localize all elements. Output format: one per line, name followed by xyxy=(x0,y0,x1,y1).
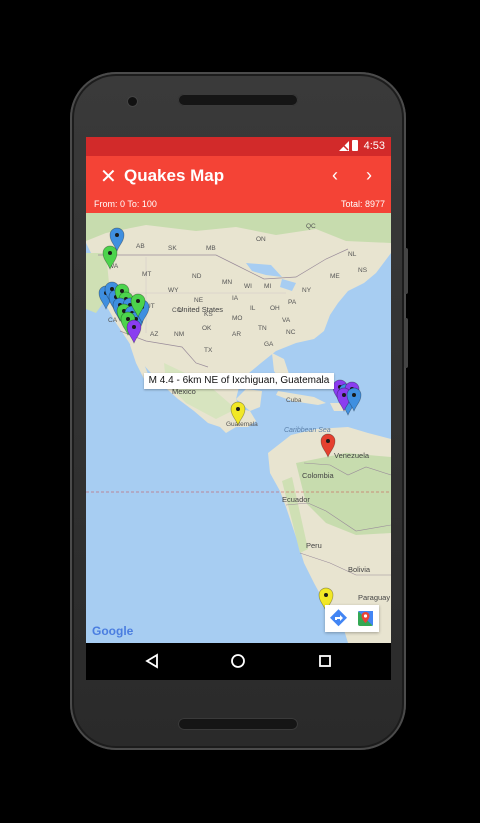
bottom-speaker xyxy=(178,718,298,730)
google-maps-icon xyxy=(358,611,373,626)
open-maps-button[interactable] xyxy=(352,605,379,632)
range-bar: From: 0 To: 100 Total: 8977 xyxy=(86,196,391,213)
app-toolbar: ✕ Quakes Map ‹ › xyxy=(86,156,391,196)
marker-layer xyxy=(98,227,362,612)
map-toolbar xyxy=(325,605,379,632)
status-bar: 4:53 xyxy=(86,137,391,156)
signal-icon xyxy=(339,141,349,151)
chevron-left-icon[interactable]: ‹ xyxy=(332,165,338,186)
directions-button[interactable] xyxy=(325,605,352,632)
home-icon[interactable] xyxy=(230,653,246,669)
earthquake-marker[interactable] xyxy=(126,319,142,344)
marker-info-window[interactable]: M 4.4 - 6km NE of Ixchiguan, Guatemala xyxy=(144,373,334,389)
recents-icon[interactable] xyxy=(317,653,333,669)
front-camera xyxy=(128,97,137,106)
system-nav-bar xyxy=(86,643,391,680)
range-text: From: 0 To: 100 xyxy=(94,199,157,209)
earthquake-marker[interactable] xyxy=(102,245,118,270)
close-icon[interactable]: ✕ xyxy=(100,164,117,189)
top-speaker xyxy=(178,94,298,106)
battery-icon xyxy=(352,140,358,151)
chevron-right-icon[interactable]: › xyxy=(366,165,372,186)
quake-map[interactable]: ON QC AB SK MB NL NS ME WA MT ND MN WY N… xyxy=(86,213,391,643)
page-title: Quakes Map xyxy=(124,166,225,185)
total-count: Total: 8977 xyxy=(340,199,385,209)
screen: 4:53 ✕ Quakes Map ‹ › From: 0 To: 100 To… xyxy=(86,137,391,680)
volume-button xyxy=(404,318,408,368)
back-icon[interactable] xyxy=(144,653,160,669)
directions-icon xyxy=(330,609,347,627)
google-logo: Google xyxy=(92,624,134,638)
earthquake-marker[interactable] xyxy=(320,433,336,458)
earthquake-marker[interactable] xyxy=(230,401,246,426)
status-time: 4:53 xyxy=(363,140,385,152)
power-button xyxy=(404,248,408,294)
